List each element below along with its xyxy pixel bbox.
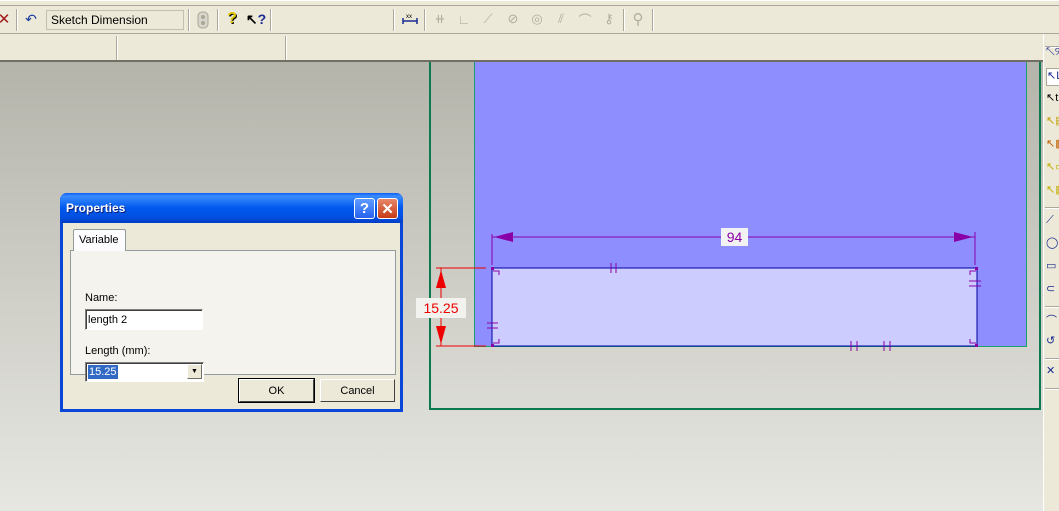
undo-icon[interactable]: ↶ (21, 9, 41, 29)
chevron-down-icon[interactable]: ▼ (187, 364, 202, 379)
toolbar-separator (1045, 388, 1059, 390)
fix-constraint-icon: ⚷ (604, 11, 614, 26)
toolbar-separator (424, 9, 426, 31)
collinear-constraint-icon: ⟋ (483, 11, 493, 26)
slot-tool-icon[interactable]: ⊂ (1046, 282, 1059, 300)
toolbar-separator (652, 9, 654, 31)
select-face-icon[interactable]: ↖▤ (1046, 114, 1059, 132)
sketch-tools-toolbar: ↖୨ ↖Ŀ ↖t ↖▤ ↖▩ ↖▭ ↖▦ ⟋ ◯ ▭ ⊂ ⌒ ↺ ✕ (1043, 34, 1059, 511)
toolbar-separator (623, 9, 625, 31)
context-help-icon[interactable]: ↖? (246, 9, 266, 29)
concentric-constraint-icon: ◎ (531, 11, 543, 26)
filter-toolbar: none) ▼ (0, 34, 1059, 91)
perpendicular-constraint-icon: ∟ (457, 11, 471, 27)
dimension-arrow-left (494, 232, 513, 242)
pause-icon (193, 10, 213, 30)
select-edge-icon[interactable]: ↖Ŀ (1046, 68, 1059, 86)
circle-tool-icon[interactable]: ◯ (1046, 236, 1059, 254)
delete-icon[interactable]: ✕ (0, 9, 14, 29)
toolbar-separator (1045, 207, 1059, 209)
ok-button[interactable]: OK (238, 378, 315, 403)
arc-tool-icon[interactable]: ⌒ (1046, 312, 1059, 330)
command-name-field: Sketch Dimension (46, 10, 184, 30)
equal-constraint-icon: ⧺ (434, 11, 446, 26)
help-button[interactable]: ? (354, 198, 375, 219)
toolbar-separator (16, 9, 18, 31)
dialog-body: Variable Name: Length (mm): 15.25 ▼ OK C… (63, 223, 400, 409)
toolbar-separator (285, 36, 287, 60)
dimension-arrow-down (436, 326, 446, 344)
tangent-arc-tool-icon[interactable]: ↺ (1046, 334, 1059, 352)
vertical-dimension-label[interactable]: 15.25 (423, 300, 458, 316)
select-body-icon[interactable]: ↖▭ (1046, 160, 1059, 178)
app-window: ✕ ↶ Sketch Dimension ? ↖? xx ⧺ ∟ ⟋ ⊘ ◎ ⫽… (0, 0, 1059, 511)
name-label: Name: (85, 292, 118, 304)
dialog-title: Properties (66, 201, 126, 215)
command-toolbar: ✕ ↶ Sketch Dimension ? ↖? xx ⧺ ∟ ⟋ ⊘ ◎ ⫽… (0, 0, 1059, 34)
parallel-constraint-icon: ⫽ (558, 11, 564, 26)
sketch-rectangle[interactable] (491, 267, 978, 347)
trim-tool-icon[interactable]: ✕ (1046, 364, 1059, 382)
select-pattern-face-icon[interactable]: ↖▩ (1046, 137, 1059, 155)
name-input[interactable] (85, 309, 203, 330)
rectangle-tool-icon[interactable]: ▭ (1046, 259, 1059, 277)
toolbar-separator (188, 9, 190, 31)
help-icon[interactable]: ? (222, 9, 242, 29)
length-label: Length (mm): (85, 345, 151, 357)
toolbar-separator (217, 9, 219, 31)
close-button[interactable]: ✕ (377, 198, 398, 219)
toolbar-separator (1045, 306, 1059, 308)
dimension-arrow-right (954, 232, 973, 242)
select-text-icon[interactable]: ↖t (1046, 91, 1059, 109)
length-value[interactable]: 15.25 (88, 365, 118, 379)
svg-text:xx: xx (406, 14, 412, 20)
select-part-icon[interactable]: ↖▦ (1046, 183, 1059, 201)
line-tool-icon[interactable]: ⟋ (1046, 214, 1059, 232)
dimension-arrow-up (436, 270, 446, 288)
zoom-icon: ⚲ (632, 11, 644, 28)
properties-dialog: Properties ? ✕ Variable Name: Length (mm… (60, 193, 403, 412)
toolbar-separator (116, 36, 118, 60)
toolbar-separator (1045, 358, 1059, 360)
toolbar-separator (393, 9, 395, 31)
tab-variable[interactable]: Variable (73, 229, 126, 251)
horizontal-dimension-label[interactable]: 94 (727, 229, 743, 245)
coincident-constraint-icon: ⌒ (578, 12, 592, 28)
cancel-button[interactable]: Cancel (320, 379, 395, 402)
tangent-constraint-icon: ⊘ (507, 11, 519, 26)
smart-dimension-icon[interactable]: xx (400, 9, 420, 29)
toolbar-separator (270, 9, 272, 31)
dialog-title-bar[interactable]: Properties ? ✕ (60, 193, 403, 223)
select-sketch-icon[interactable]: ↖୨ (1046, 46, 1059, 64)
length-combo[interactable]: 15.25 ▼ (85, 362, 204, 382)
